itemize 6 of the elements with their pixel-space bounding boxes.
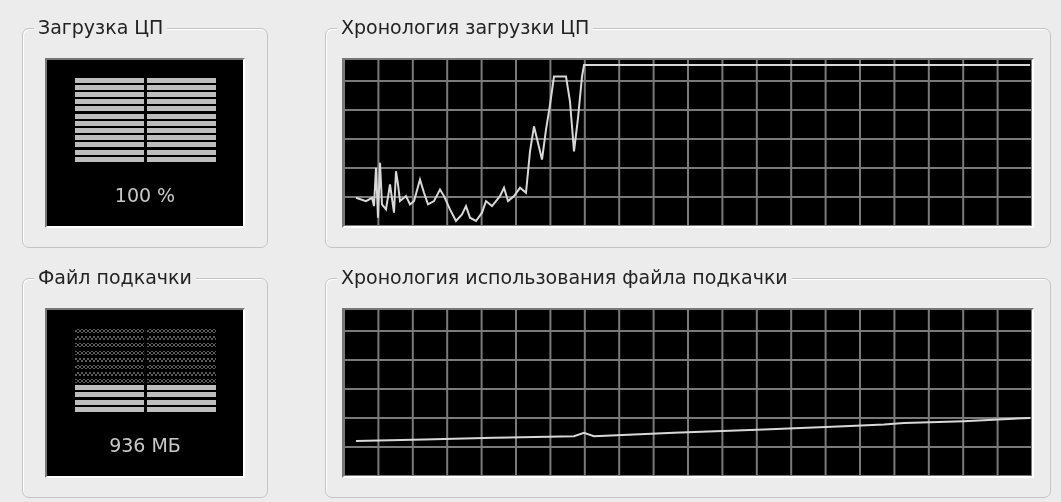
- group-title: Хронология использования файла подкачки: [337, 266, 792, 288]
- usage-bars-icon: [74, 78, 216, 164]
- usage-bars-icon: [74, 328, 216, 414]
- usage-reading: 936 МБ: [109, 434, 181, 456]
- group-title: Файл подкачки: [34, 266, 196, 288]
- usage-reading: 100 %: [114, 184, 176, 206]
